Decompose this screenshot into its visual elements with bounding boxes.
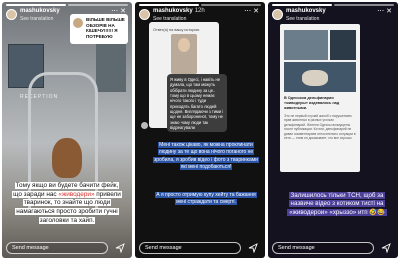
more-icon[interactable]: ⋯ bbox=[377, 8, 386, 15]
send-icon[interactable] bbox=[115, 243, 125, 253]
story-progress bbox=[272, 4, 394, 6]
sticker-text: ВІЛЬШЕ ВІЛЬШЕ ОБЗОРІВ НА КІШЕЧУ!!!!!! Я … bbox=[86, 17, 125, 40]
see-translation-link[interactable]: See translation bbox=[286, 16, 319, 22]
send-message-input[interactable]: Send message bbox=[272, 242, 374, 254]
dm-header: Ответ(а) на вашу историю bbox=[153, 28, 200, 32]
news-screenshot: В Одесском дельфинарии «живодеры» издева… bbox=[280, 24, 360, 172]
send-icon[interactable] bbox=[381, 243, 391, 253]
reply-text-1: Мені також цікаво, як можна проклинати л… bbox=[153, 142, 259, 170]
story-1[interactable]: RECEPTION mashukovsky See translation ⋯✕… bbox=[2, 2, 132, 258]
article-body: Это не первый случай жалоб с нарушением … bbox=[284, 114, 356, 141]
username[interactable]: mashukovsky 12h bbox=[153, 8, 205, 14]
send-icon[interactable] bbox=[248, 243, 258, 253]
dm-message: Я живу в Одесі, і навіть не думала, що т… bbox=[167, 74, 227, 132]
sticker-avatar bbox=[73, 18, 83, 28]
reply-text-2: А я просто отримую купу хейту та бажання… bbox=[155, 192, 257, 206]
close-icon[interactable]: ✕ bbox=[386, 8, 394, 15]
story-2[interactable]: mashukovsky 12h See translation ⋯✕ Ответ(… bbox=[135, 2, 265, 258]
person-face bbox=[178, 38, 190, 52]
story-progress bbox=[139, 4, 261, 6]
story-caption: Тому якщо ви будете бачити фейк, що зара… bbox=[12, 182, 122, 224]
animal-photo bbox=[52, 138, 82, 178]
story-caption: Залишилось тільки ТСН, щоб за назвиче ві… bbox=[287, 192, 387, 216]
sender-avatar bbox=[141, 122, 148, 129]
avatar[interactable] bbox=[272, 9, 283, 20]
more-icon[interactable]: ⋯ bbox=[244, 8, 253, 15]
article-title: В Одесском дельфинарии «живодеры» издева… bbox=[284, 96, 340, 110]
send-message-input[interactable]: Send message bbox=[6, 242, 108, 254]
avatar[interactable] bbox=[139, 9, 150, 20]
news-photo bbox=[284, 30, 328, 60]
username[interactable]: mashukovsky bbox=[20, 8, 62, 14]
post-time: 12h bbox=[194, 8, 205, 14]
news-photo bbox=[330, 30, 356, 60]
news-photo bbox=[284, 62, 356, 92]
username[interactable]: mashukovsky bbox=[286, 8, 328, 14]
background-wall bbox=[96, 42, 126, 92]
see-translation-link[interactable]: See translation bbox=[20, 16, 53, 22]
avatar[interactable] bbox=[6, 9, 17, 20]
send-message-input[interactable]: Send message bbox=[139, 242, 241, 254]
caption-highlight: «живодери» bbox=[58, 190, 95, 198]
close-icon[interactable]: ✕ bbox=[253, 8, 261, 15]
dm-screenshot: Ответ(а) на вашу историю Я живу в Одесі,… bbox=[149, 22, 227, 132]
dolphin-shape bbox=[302, 70, 328, 86]
story-3[interactable]: mashukovsky See translation ⋯✕ В Одесско… bbox=[268, 2, 398, 258]
story-progress bbox=[6, 4, 128, 6]
reply-sticker: ВІЛЬШЕ ВІЛЬШЕ ОБЗОРІВ НА КІШЕЧУ!!!!!! Я … bbox=[70, 14, 128, 44]
